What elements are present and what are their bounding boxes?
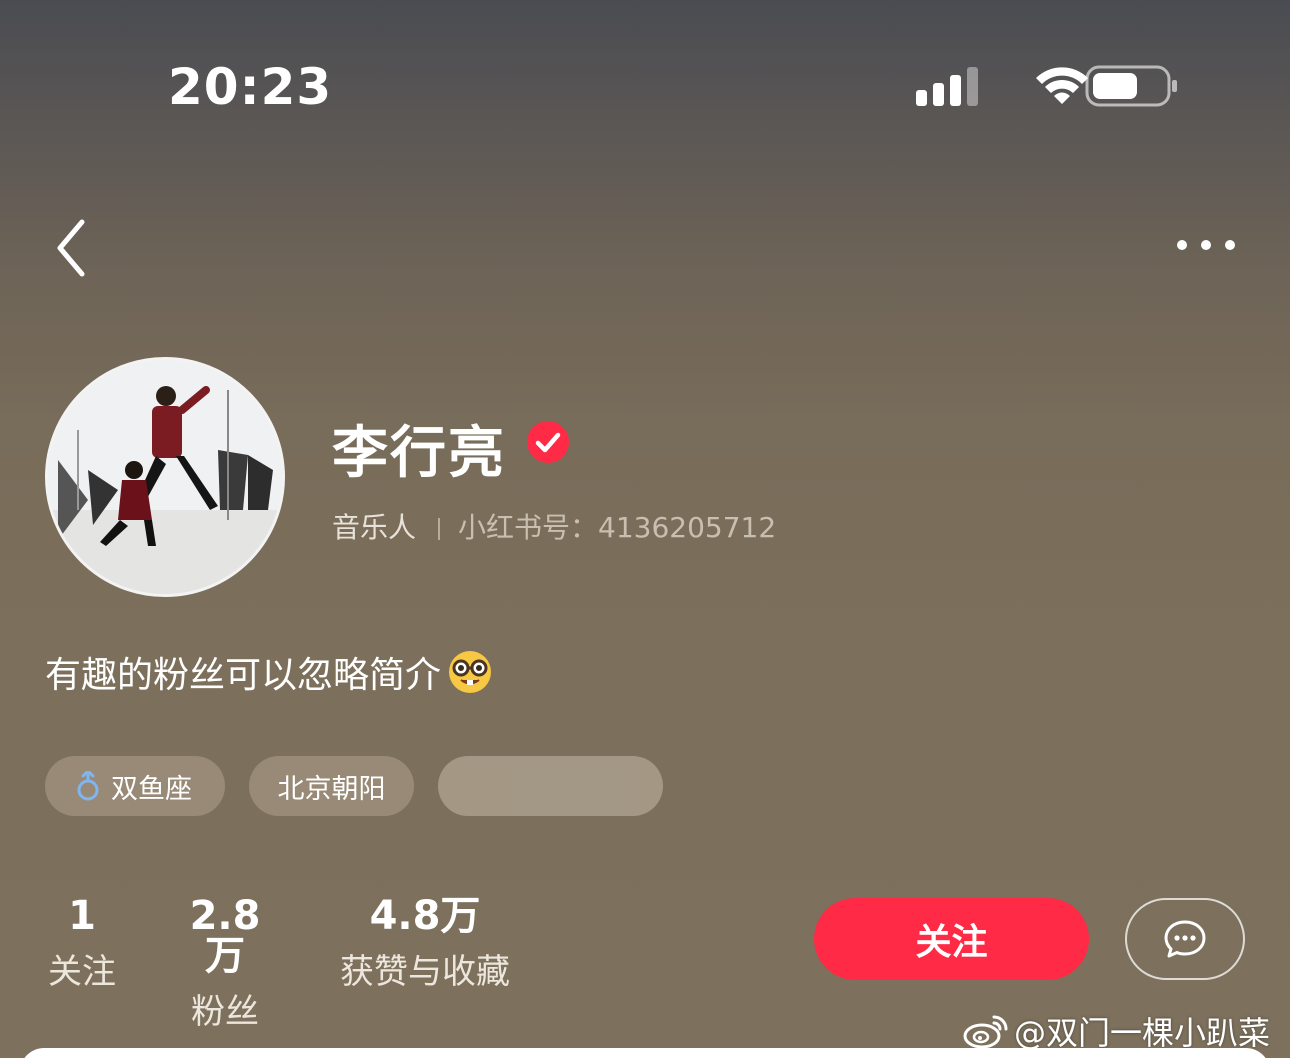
weibo-logo-icon [963, 1015, 1008, 1049]
tag-location[interactable]: 北京朝阳 [249, 756, 414, 816]
wifi-icon [1036, 67, 1088, 104]
stat-following-label: 关注 [48, 952, 116, 992]
content-sheet-top [20, 1048, 1270, 1058]
avatar[interactable] [45, 357, 285, 597]
status-icons [916, 65, 1177, 107]
meta-divider [438, 518, 441, 540]
more-options-icon[interactable] [1170, 228, 1244, 262]
back-arrow-icon[interactable] [48, 214, 108, 282]
stat-following[interactable]: 1 关注 [45, 896, 119, 990]
stat-following-value: 1 [68, 893, 96, 939]
follow-button[interactable]: 关注 [814, 898, 1089, 980]
avatar-photo [48, 360, 282, 594]
signal-icon [916, 67, 978, 106]
bio-text: 有趣的粉丝可以忽略简介 [45, 655, 442, 696]
stat-followers[interactable]: 2.8万 粉丝 [170, 896, 280, 1030]
occupation-label: 音乐人 [332, 511, 417, 544]
tag-blurred[interactable] [438, 756, 663, 816]
stat-likes-label: 获赞与收藏 [340, 952, 510, 992]
stat-followers-value: 2.8万 [189, 893, 261, 979]
male-gender-icon [77, 771, 99, 801]
status-time: 20:23 [168, 58, 333, 116]
message-button[interactable] [1125, 898, 1245, 980]
tag-location-label: 北京朝阳 [277, 773, 386, 805]
stat-followers-label: 粉丝 [191, 992, 259, 1032]
verified-badge-icon [527, 421, 569, 463]
tag-zodiac[interactable]: 双鱼座 [45, 756, 225, 816]
battery-icon [1085, 65, 1177, 107]
profile-bio: 有趣的粉丝可以忽略简介 [45, 646, 493, 698]
tag-zodiac-label: 双鱼座 [111, 773, 192, 805]
chat-bubble-icon [1164, 920, 1206, 958]
profile-screen: 20:23 李行亮 音乐人 小红书号：4136205712 有趣的粉丝可以忽略简… [0, 0, 1290, 1058]
profile-meta: 音乐人 小红书号：4136205712 [332, 506, 776, 546]
stat-likes-collects[interactable]: 4.8万 获赞与收藏 [332, 896, 518, 990]
xiaohongshu-id: 小红书号：4136205712 [458, 511, 777, 544]
stat-likes-value: 4.8万 [369, 893, 481, 939]
profile-name: 李行亮 [332, 421, 506, 486]
nerd-face-emoji-icon [449, 651, 492, 693]
